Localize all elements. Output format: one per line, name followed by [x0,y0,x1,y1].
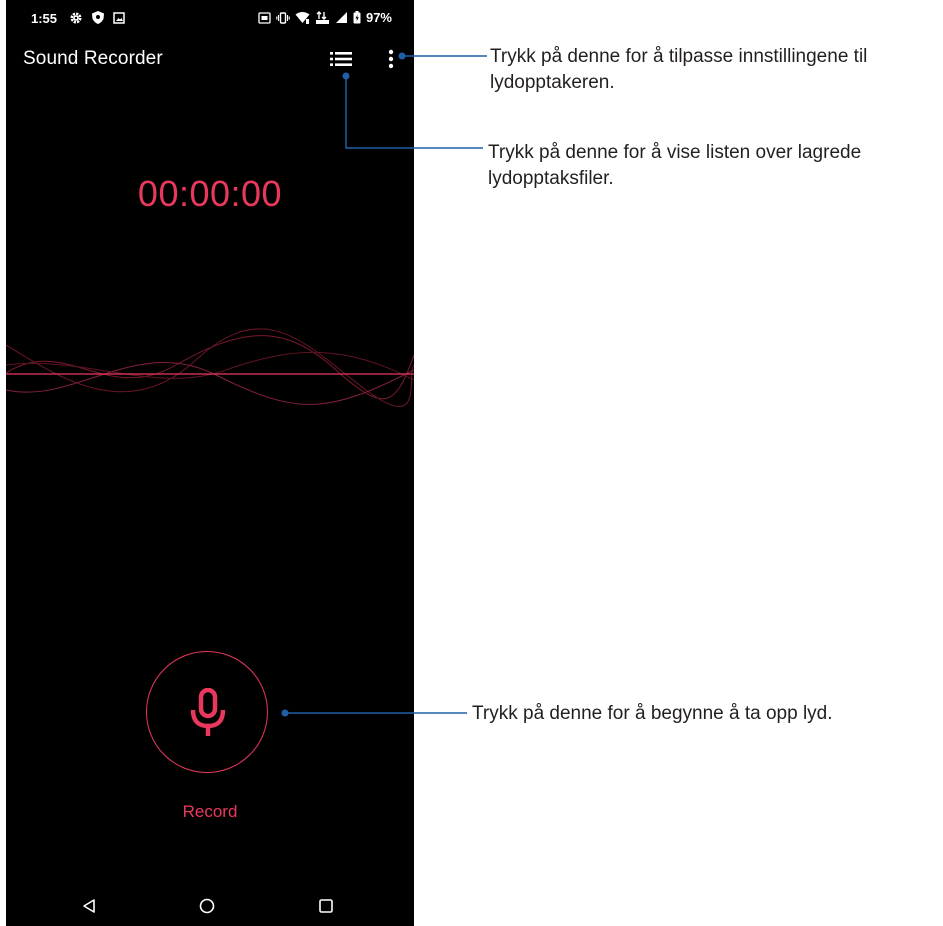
callout-list-text: Trykk på denne for å vise listen over la… [488,142,862,189]
callout-lines [281,52,487,717]
callout-settings-text: Trykk på denne for å tilpasse innstillin… [490,46,868,93]
callout-record-text: Trykk på denne for å begynne å ta opp ly… [472,703,833,724]
